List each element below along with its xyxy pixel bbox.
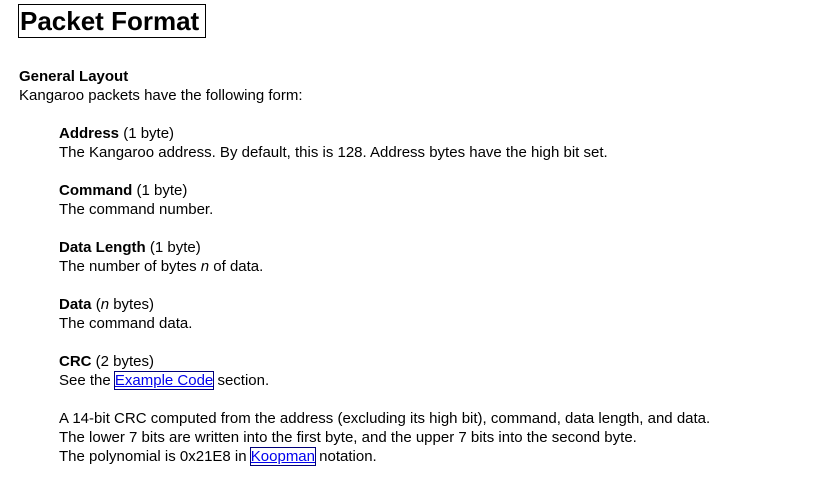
field-description: The number of bytes n of data.	[59, 257, 829, 276]
packet-field-list: Address (1 byte) The Kangaroo address. B…	[59, 124, 829, 485]
intro-text: Kangaroo packets have the following form…	[19, 87, 303, 104]
example-code-link[interactable]: Example Code	[113, 371, 215, 390]
see-text: See the	[59, 372, 115, 389]
crc-see-also: See the Example Code section.	[59, 371, 829, 390]
polynomial-text: The polynomial is 0x21E8 in	[59, 448, 251, 465]
field-address: Address (1 byte) The Kangaroo address. B…	[59, 124, 829, 162]
size-text: bytes)	[109, 296, 155, 313]
description-text: of data.	[209, 258, 264, 275]
field-description: The command number.	[59, 201, 214, 218]
field-name: Data Length	[59, 239, 146, 256]
see-text: section.	[213, 372, 270, 389]
crc-line-3: The polynomial is 0x21E8 in Koopman nota…	[59, 447, 829, 466]
field-name: CRC	[59, 353, 92, 370]
page-title: Packet Format	[18, 4, 206, 38]
field-size: (2 bytes)	[95, 353, 155, 370]
field-data: Data (n bytes) The command data.	[59, 295, 829, 333]
koopman-link[interactable]: Koopman	[249, 447, 317, 466]
variable-n: n	[200, 258, 210, 275]
variable-n: n	[100, 296, 110, 313]
field-data-length: Data Length (1 byte) The number of bytes…	[59, 238, 829, 276]
field-name: Command	[59, 182, 133, 199]
description-text: The number of bytes	[59, 258, 201, 275]
field-crc: CRC (2 bytes) See the Example Code secti…	[59, 352, 829, 466]
general-layout-section: General Layout Kangaroo packets have the…	[19, 67, 303, 105]
field-size: (1 byte)	[123, 125, 175, 142]
field-name: Data	[59, 296, 92, 313]
field-size: (1 byte)	[136, 182, 188, 199]
crc-line-1: A 14-bit CRC computed from the address (…	[59, 410, 711, 427]
section-heading: General Layout	[19, 68, 129, 85]
field-size: (1 byte)	[149, 239, 201, 256]
crc-details: A 14-bit CRC computed from the address (…	[59, 409, 829, 466]
field-name: Address	[59, 125, 120, 142]
field-size: (n bytes)	[96, 296, 154, 313]
polynomial-text: notation.	[315, 448, 377, 465]
crc-line-2: The lower 7 bits are written into the fi…	[59, 429, 637, 446]
field-description: The Kangaroo address. By default, this i…	[59, 144, 608, 161]
field-description: The command data.	[59, 315, 193, 332]
field-command: Command (1 byte) The command number.	[59, 181, 829, 219]
